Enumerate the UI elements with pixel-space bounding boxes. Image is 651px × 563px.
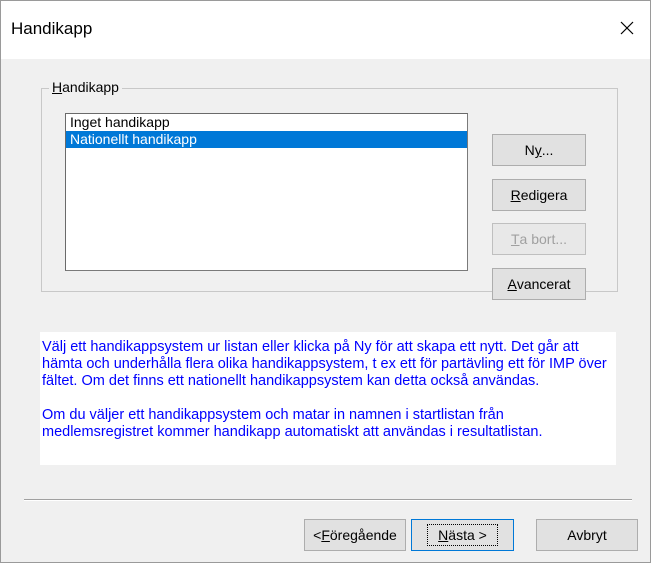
dialog-window: Handikapp Handikapp Inget handikapp Nati… [0,0,651,563]
next-button-focus-ring: Nästa > [427,524,498,546]
back-button[interactable]: < Föregående [304,519,406,551]
delete-button[interactable]: Ta bort... [492,223,586,255]
info-paragraph-1: Välj ett handikappsystem ur listan eller… [42,339,607,389]
edit-button[interactable]: Redigera [492,179,586,211]
list-item-inget-handikapp[interactable]: Inget handikapp [66,114,467,131]
next-button[interactable]: Nästa > [411,519,514,551]
new-button[interactable]: Ny... [492,134,586,166]
advanced-button[interactable]: Avancerat [492,268,586,300]
title-bar: Handikapp [1,1,650,59]
info-paragraph-2: Om du väljer ett handikappsystem och mat… [42,407,543,440]
footer-separator [24,499,632,501]
groupbox-legend: Handikapp [49,79,122,95]
window-title: Handikapp [11,19,93,38]
cancel-button[interactable]: Avbryt [536,519,638,551]
list-item-nationellt-handikapp[interactable]: Nationellt handikapp [66,131,467,148]
info-text-panel: Välj ett handikappsystem ur listan eller… [40,332,616,465]
handicap-listbox[interactable]: Inget handikapp Nationellt handikapp [65,113,468,271]
close-icon[interactable] [614,15,640,41]
